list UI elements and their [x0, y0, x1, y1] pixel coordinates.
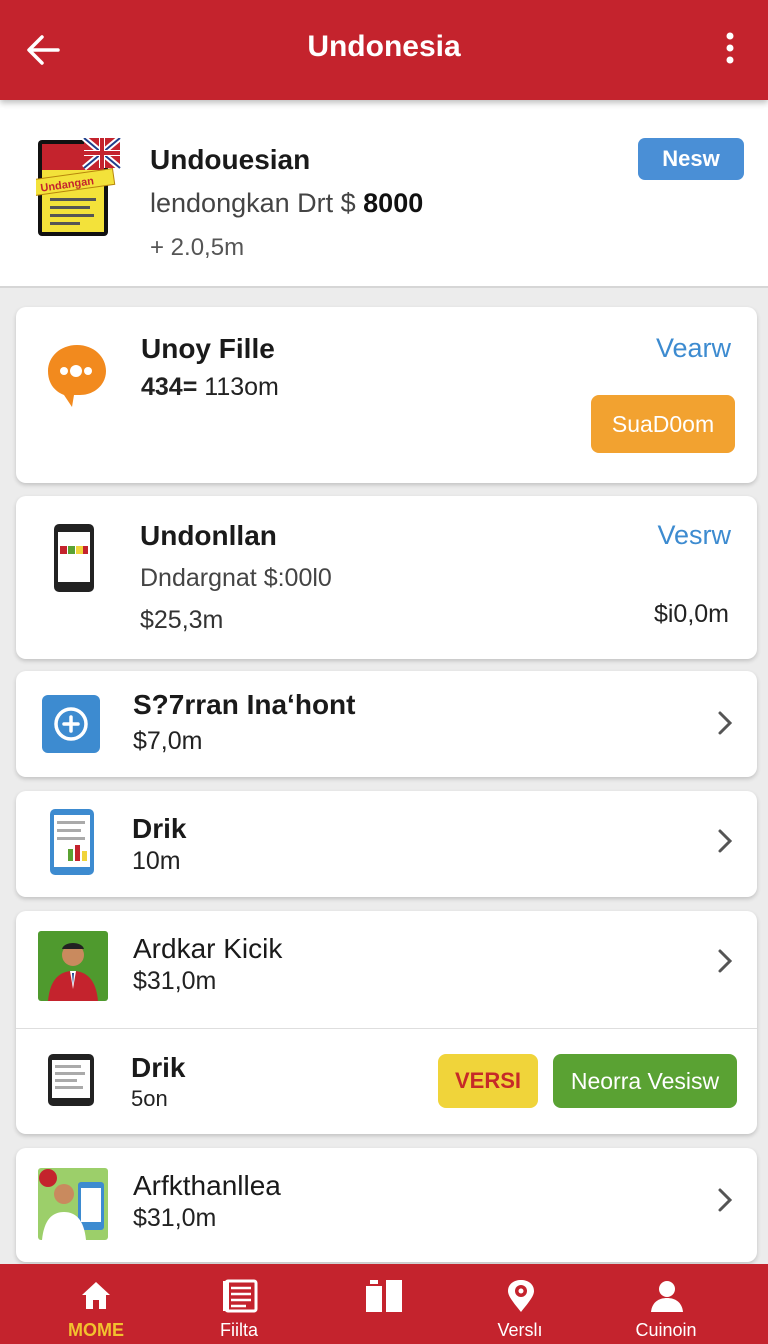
phone-icon — [52, 522, 96, 599]
app-bar: Undonesia — [0, 0, 768, 100]
card-group: Ardkar Kicik $31,0m Drik 5on VERSI Neorr… — [16, 911, 757, 1134]
chevron-right-icon[interactable] — [715, 709, 735, 737]
featured-meta: + 2.0,5m — [150, 234, 245, 261]
person-icon — [651, 1281, 683, 1312]
nav-columns[interactable] — [316, 1264, 446, 1344]
tablet-icon — [48, 807, 96, 882]
card-drik[interactable]: Drik 10m — [16, 791, 757, 897]
news-icon — [223, 1279, 258, 1313]
card-amount: $25,3m — [140, 606, 224, 634]
versi-button[interactable]: VERSI — [438, 1054, 538, 1108]
chevron-right-icon[interactable] — [715, 1186, 735, 1214]
card-title: Undonllan — [140, 520, 277, 551]
list-item-drik[interactable]: Drik 5on VERSI Neorra Vesisw — [16, 1028, 757, 1134]
bottom-nav: MOME Fiilta Verslı Cuinoin — [0, 1264, 768, 1344]
card-title: Unoy Fille — [141, 333, 275, 364]
nav-label: Cuinoin — [635, 1320, 697, 1340]
nav-label: Verslı — [497, 1320, 543, 1340]
card-undonllan[interactable]: Undonllan Dndargnat $:00l0 $25,3m Vesrw … — [16, 496, 757, 659]
card-amount: $31,0m — [133, 1204, 217, 1232]
nav-news[interactable]: Fiilta — [174, 1264, 304, 1344]
card-title: Arfkthanllea — [133, 1170, 281, 1201]
card-s7rran[interactable]: S?7rran Inaʻhont $7,0m — [16, 671, 757, 777]
featured-thumbnail: Undangan — [32, 135, 122, 242]
card-arfkthanllea[interactable]: Arfkthanllea $31,0m — [16, 1148, 757, 1262]
person-photo — [38, 931, 108, 1006]
card-amount-right: $i0,0m — [653, 600, 729, 628]
nav-versi[interactable]: Verslı — [455, 1264, 585, 1344]
home-icon — [82, 1282, 110, 1309]
tablet-icon — [46, 1052, 96, 1113]
more-vertical-icon[interactable] — [718, 28, 742, 72]
card-amount: $31,0m — [133, 967, 217, 995]
columns-icon — [366, 1280, 402, 1312]
view-button[interactable]: Neorra Vesisw — [553, 1054, 737, 1108]
card-value: 434= 113om — [141, 373, 279, 401]
chevron-right-icon[interactable] — [715, 827, 735, 855]
featured-amount: 8000 — [363, 188, 424, 218]
card-subtitle: Dndargnat $:00l0 — [140, 564, 332, 592]
list-item-ardkar[interactable]: Ardkar Kicik $31,0m — [16, 911, 757, 1028]
divider — [16, 1028, 757, 1029]
view-link[interactable]: Vearw — [656, 333, 731, 364]
card-file[interactable]: Unoy Fille 434= 113om Vearw SuaD0om — [16, 307, 757, 483]
featured-subtitle: lendongkan Drt $ 8000 — [150, 188, 424, 218]
card-title: S?7rran Inaʻhont — [133, 689, 356, 720]
nav-label: Fiilta — [219, 1320, 258, 1340]
card-amount: $7,0m — [133, 727, 203, 755]
card-title: Drik — [132, 813, 187, 844]
add-circle-icon — [42, 695, 100, 758]
location-icon — [508, 1280, 534, 1312]
nav-label: MOME — [68, 1320, 124, 1340]
view-link[interactable]: Vesrw — [657, 520, 731, 551]
chevron-right-icon[interactable] — [715, 947, 735, 975]
nav-profile[interactable]: Cuinoin — [601, 1264, 731, 1344]
featured-item[interactable]: Undangan Undouesian lendongkan Drt $ 800… — [0, 100, 768, 288]
nav-home[interactable]: MOME — [31, 1264, 161, 1344]
new-badge[interactable]: Nesw — [638, 138, 744, 180]
save-button[interactable]: SuaD0om — [591, 395, 735, 453]
chat-bubble-icon — [42, 339, 112, 414]
card-title: Drik — [131, 1052, 186, 1083]
card-title: Ardkar Kicik — [133, 933, 283, 964]
featured-title: Undouesian — [150, 144, 311, 175]
person-photo — [38, 1168, 108, 1245]
card-amount: 10m — [132, 847, 181, 875]
card-amount: 5on — [131, 1086, 168, 1111]
page-title: Undonesia — [307, 30, 461, 63]
